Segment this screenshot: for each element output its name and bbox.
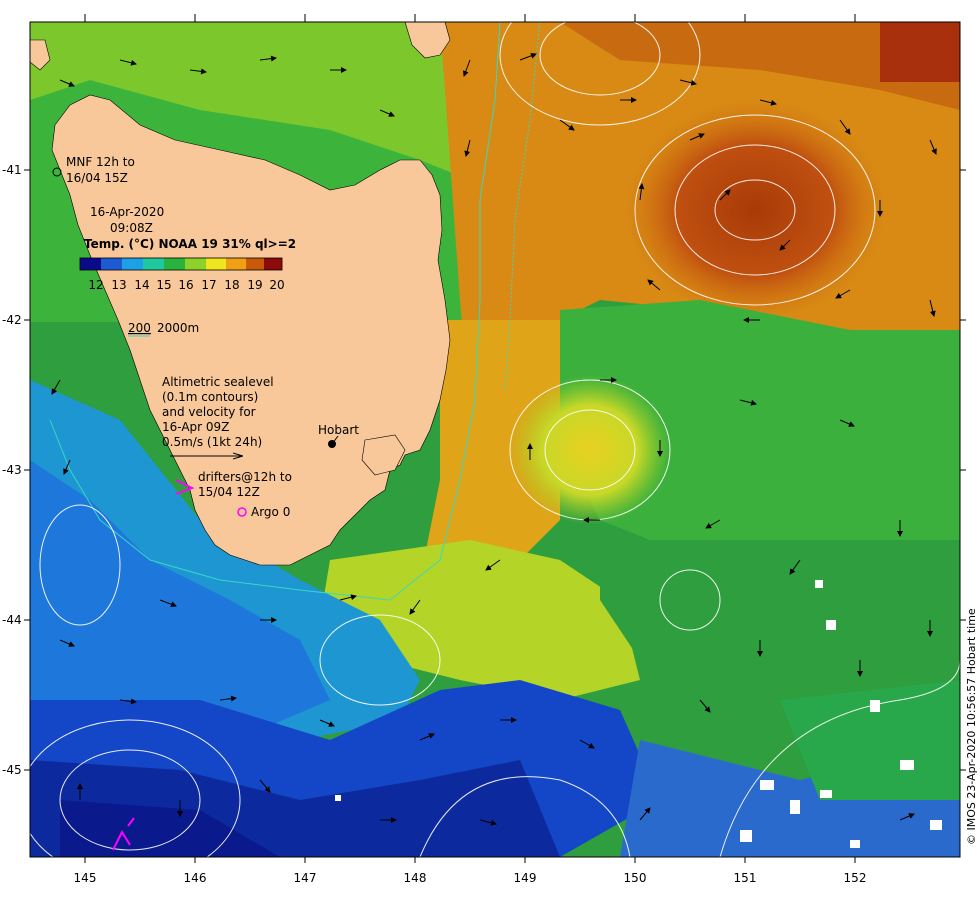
x-tick-label: 146 [184, 871, 207, 885]
colorbar-tick: 19 [247, 278, 262, 292]
colorbar-tick: 18 [224, 278, 239, 292]
image-time: 09:08Z [110, 221, 153, 235]
altimetry-line-2: (0.1m contours) [162, 390, 258, 404]
sst-field [30, 22, 960, 857]
colorbar-tick: 20 [269, 278, 284, 292]
altimetry-line-1: Altimetric sealevel [162, 375, 274, 389]
altimetry-line-3: and velocity for [162, 405, 256, 419]
y-tick-labels: -41 -42 -43 -44 -45 [2, 163, 22, 777]
sst-map: 145 146 147 148 149 150 151 152 -41 -42 … [2, 14, 978, 885]
image-date: 16-Apr-2020 [90, 205, 164, 219]
y-tick-label: -42 [2, 313, 22, 327]
altimetry-line-5: 0.5m/s (1kt 24h) [162, 435, 262, 449]
x-tick-label: 145 [74, 871, 97, 885]
colorbar-tick: 17 [201, 278, 216, 292]
mooring-label-1: MNF 12h to [66, 155, 135, 169]
colorbar [79, 257, 283, 271]
x-tick-label: 149 [514, 871, 537, 885]
x-tick-label: 152 [844, 871, 867, 885]
isobath-legend-200: 200 [128, 321, 151, 335]
credit-text: © IMOS 23-Apr-2020 10:56:57 Hobart time [965, 608, 978, 845]
x-tick-label: 148 [404, 871, 427, 885]
x-tick-label: 147 [294, 871, 317, 885]
colorbar-tick: 16 [178, 278, 193, 292]
isobath-legend-2000: 2000m [157, 321, 199, 335]
x-tick-label: 150 [624, 871, 647, 885]
mooring-label-2: 16/04 15Z [66, 171, 128, 185]
argo-label: Argo 0 [251, 505, 290, 519]
colorbar-tick: 15 [156, 278, 171, 292]
colorbar-tick: 14 [134, 278, 149, 292]
altimetry-line-4: 16-Apr 09Z [162, 420, 229, 434]
sst-title: Temp. (°C) NOAA 19 31% ql>=2 [84, 237, 296, 251]
colorbar-ticks: 12 13 14 15 16 17 18 19 20 [88, 278, 284, 292]
hobart-label: Hobart [318, 423, 359, 437]
drifters-label-1: drifters@12h to [198, 470, 292, 484]
x-tick-labels: 145 146 147 148 149 150 151 152 [74, 871, 867, 885]
y-tick-label: -43 [2, 463, 22, 477]
y-tick-label: -44 [2, 613, 22, 627]
y-tick-label: -45 [2, 763, 22, 777]
drifters-label-2: 15/04 12Z [198, 485, 260, 499]
colorbar-tick: 13 [111, 278, 126, 292]
x-tick-label: 151 [734, 871, 757, 885]
y-tick-label: -41 [2, 163, 22, 177]
colorbar-tick: 12 [88, 278, 103, 292]
